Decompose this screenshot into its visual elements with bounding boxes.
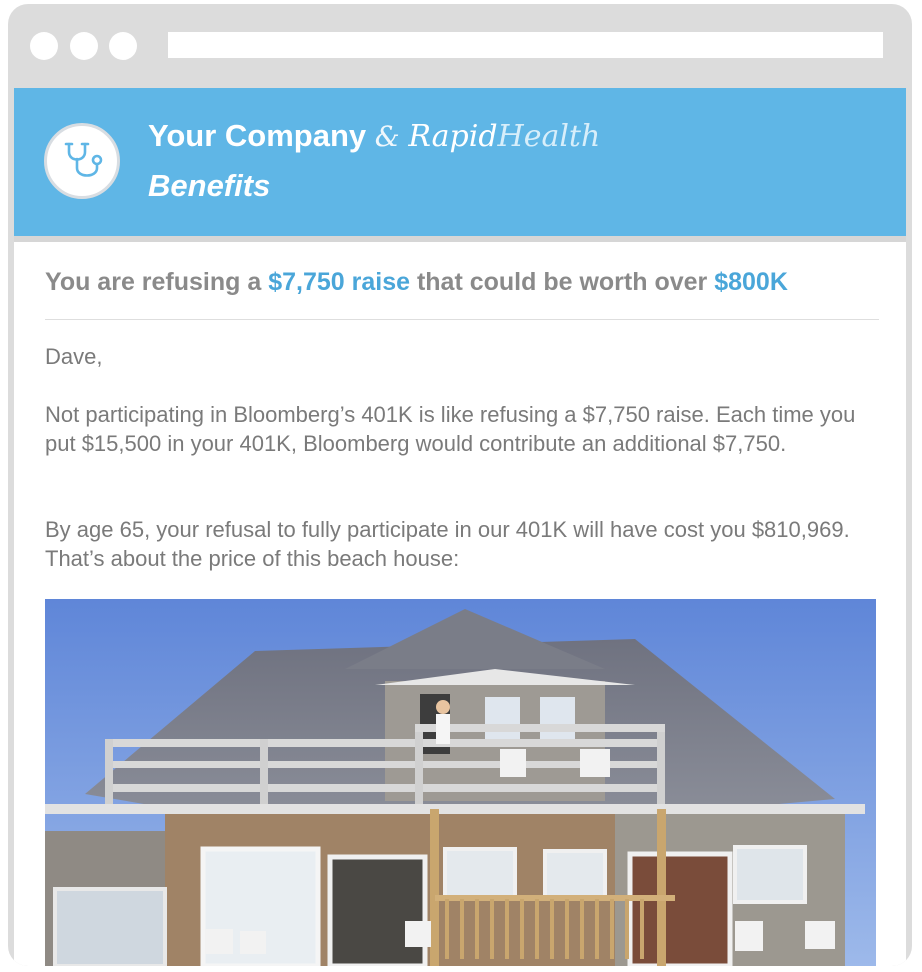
brand-ampersand: & <box>374 120 400 153</box>
brand-subtitle: Benefits <box>148 168 271 203</box>
browser-titlebar <box>8 4 912 88</box>
address-bar[interactable] <box>168 32 883 58</box>
headline-prefix: You are refusing a <box>45 268 269 296</box>
browser-window: Your Company & RapidHealth Benefits You … <box>8 4 912 966</box>
brand-title: Your Company & RapidHealth <box>148 118 600 154</box>
body-paragraph-2: By age 65, your refusal to fully partici… <box>45 517 850 571</box>
beach-house-photo <box>45 599 876 966</box>
company-name: Your Company <box>148 118 367 153</box>
window-maximize-button[interactable] <box>109 32 137 60</box>
headline-total-amount: $800K <box>714 268 788 296</box>
benefits-banner: Your Company & RapidHealth Benefits <box>14 88 906 242</box>
email-viewport: Your Company & RapidHealth Benefits You … <box>14 88 906 966</box>
logo-badge <box>44 123 120 199</box>
partner-name-rapid: Rapid <box>408 119 498 154</box>
window-minimize-button[interactable] <box>70 32 98 60</box>
partner-name-health: Health <box>497 119 601 154</box>
email-headline: You are refusing a $7,750 raise that cou… <box>45 268 885 297</box>
body-paragraph-1: Not participating in Bloomberg’s 401K is… <box>45 402 856 456</box>
greeting: Dave, <box>45 344 103 369</box>
window-close-button[interactable] <box>30 32 58 60</box>
stethoscope-icon <box>64 142 103 177</box>
headline-divider <box>45 319 879 320</box>
headline-middle: that could be worth over <box>410 268 715 296</box>
headline-raise-amount: $7,750 raise <box>268 268 411 296</box>
